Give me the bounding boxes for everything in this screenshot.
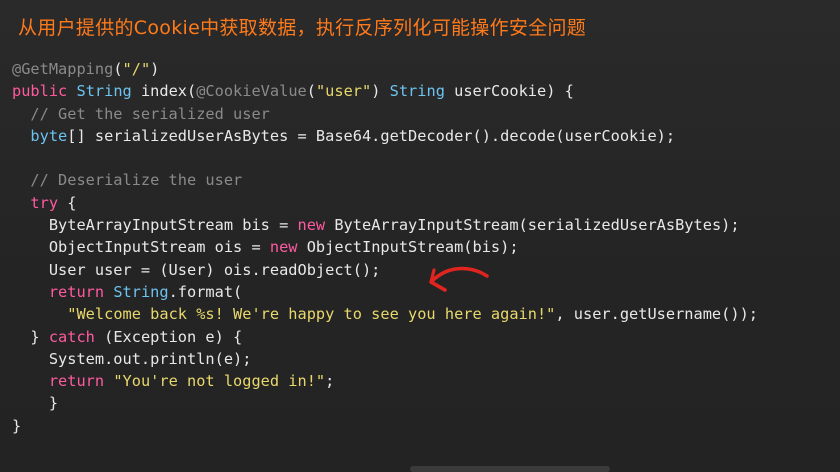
keyword-return: return (48, 372, 105, 391)
keyword-public: public (12, 82, 68, 101)
keyword-return: return (48, 282, 105, 301)
keyword-try: try (30, 193, 59, 212)
keyword-new: new (297, 216, 326, 235)
string-literal: "/" (122, 60, 151, 78)
code-token: ( (306, 82, 316, 101)
code-line-8: ByteArrayInputStream bis = new ByteArray… (12, 214, 758, 236)
code-line-13: } catch (Exception e) { (12, 326, 758, 348)
keyword-new: new (269, 238, 298, 257)
code-token: , user.getUsername()); (555, 305, 758, 324)
slide-title: 从用户提供的Cookie中获取数据，执行反序列化可能操作安全问题 (18, 17, 587, 39)
code-line-12: "Welcome back %s! We're happy to see you… (12, 303, 758, 325)
code-token: { (58, 193, 77, 212)
code-comment: // Get the serialized user (12, 104, 270, 123)
code-token: ) (150, 60, 160, 78)
code-line-14: System.out.println(e); (12, 348, 758, 370)
code-line-16: } (12, 392, 758, 414)
code-token: userCookie) { (444, 82, 574, 101)
code-token: ObjectInputStream ois = (12, 238, 270, 257)
annotation-cookievalue: @CookieValue (196, 82, 307, 101)
code-token: ( (113, 60, 123, 78)
code-token: ) (371, 82, 390, 101)
code-token: ; (325, 372, 335, 391)
code-token: ByteArrayInputStream(serializedUserAsByt… (325, 216, 740, 235)
code-token: } (12, 394, 59, 413)
method-name: index( (131, 82, 197, 101)
string-literal: "user" (315, 82, 372, 101)
code-token: [] serializedUserAsBytes = Base64.getDec… (67, 126, 676, 145)
type-string: String (389, 82, 445, 101)
code-token: } (12, 327, 49, 346)
code-block: @GetMapping("/") public String index(@Coo… (12, 58, 758, 437)
code-line-15: return "You're not logged in!"; (12, 370, 758, 392)
keyword-catch: catch (48, 327, 95, 346)
code-line-9: ObjectInputStream ois = new ObjectInputS… (12, 236, 758, 258)
code-token: } (12, 416, 22, 435)
code-line-2: public String index(@CookieValue("user")… (12, 80, 758, 102)
string-literal: "You're not logged in!" (113, 372, 326, 391)
code-line-11: return String.format( (12, 281, 758, 303)
slide-background: 从用户提供的Cookie中获取数据，执行反序列化可能操作安全问题 @GetMap… (0, 0, 840, 472)
code-line-3: // Get the serialized user (12, 103, 758, 125)
code-line-7: try { (12, 192, 758, 214)
code-token: System.out.println(e); (12, 349, 252, 368)
code-token: ObjectInputStream(bis); (297, 238, 519, 257)
red-curved-arrow-icon (429, 266, 489, 292)
code-line-6: // Deserialize the user (12, 169, 758, 191)
type-string: String (76, 82, 132, 101)
code-token: .format( (168, 282, 243, 301)
code-token: (Exception e) { (94, 327, 243, 346)
code-token-readobject: User user = (User) ois.readObject(); (12, 260, 381, 279)
code-line-10: User user = (User) ois.readObject(); (12, 259, 758, 281)
code-line-17: } (12, 415, 758, 437)
code-comment: // Deserialize the user (12, 171, 243, 190)
type-string: String (113, 282, 169, 301)
code-line-1: @GetMapping("/") (12, 58, 758, 80)
annotation-getmapping: @GetMapping (12, 60, 114, 78)
code-line-4: byte[] serializedUserAsBytes = Base64.ge… (12, 125, 758, 147)
code-token: ByteArrayInputStream bis = (12, 216, 298, 235)
type-byte: byte (30, 126, 68, 145)
string-literal: "Welcome back %s! We're happy to see you… (67, 305, 556, 324)
bottom-progress-strip (410, 466, 610, 472)
